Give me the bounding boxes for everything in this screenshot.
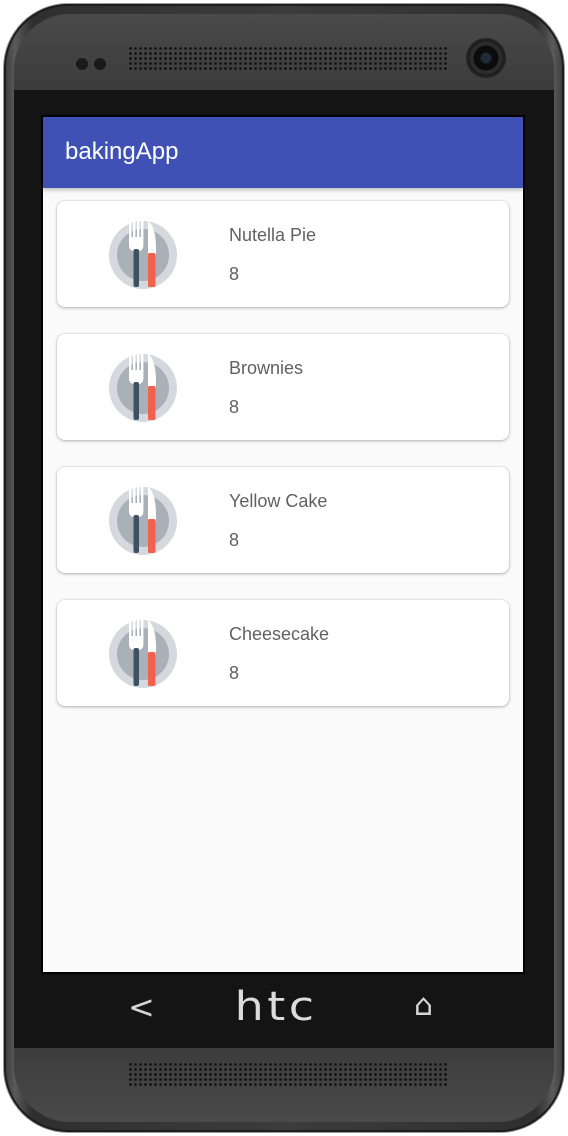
app-title: bakingApp (65, 138, 179, 165)
recipe-card[interactable]: Cheesecake 8 (57, 600, 509, 706)
recipe-name: Cheesecake (229, 624, 330, 644)
recipe-name: Yellow Cake (229, 491, 328, 511)
recipe-card[interactable]: Nutella Pie 8 (57, 201, 509, 307)
app-bar: bakingApp (43, 117, 523, 188)
bottom-speaker-grille (128, 1062, 448, 1088)
recipe-servings: 8 (229, 530, 240, 550)
cutlery-plate-icon (109, 620, 177, 688)
htc-logo: htc (234, 984, 318, 1030)
recipe-name: Nutella Pie (229, 225, 317, 245)
cutlery-plate-icon (109, 221, 177, 289)
proximity-sensor (76, 58, 88, 70)
recipe-servings: 8 (229, 264, 240, 284)
back-button[interactable]: < (128, 988, 155, 1026)
cutlery-plate-icon (109, 354, 177, 422)
recipe-card[interactable]: Yellow Cake 8 (57, 467, 509, 573)
cutlery-plate-icon (109, 487, 177, 555)
recipe-card[interactable]: Brownies 8 (57, 334, 509, 440)
app-screen: bakingApp Nutella Pie 8 Brownies 8 Yello… (43, 117, 523, 972)
home-button[interactable]: ⌂ (414, 988, 433, 1023)
front-camera-icon (468, 40, 504, 76)
recipe-servings: 8 (229, 397, 240, 417)
hardware-nav-bar: < htc ⌂ (14, 974, 554, 1046)
recipe-name: Brownies (229, 358, 304, 378)
light-sensor (94, 58, 106, 70)
top-speaker-grille (128, 46, 448, 72)
recipe-servings: 8 (229, 663, 240, 683)
